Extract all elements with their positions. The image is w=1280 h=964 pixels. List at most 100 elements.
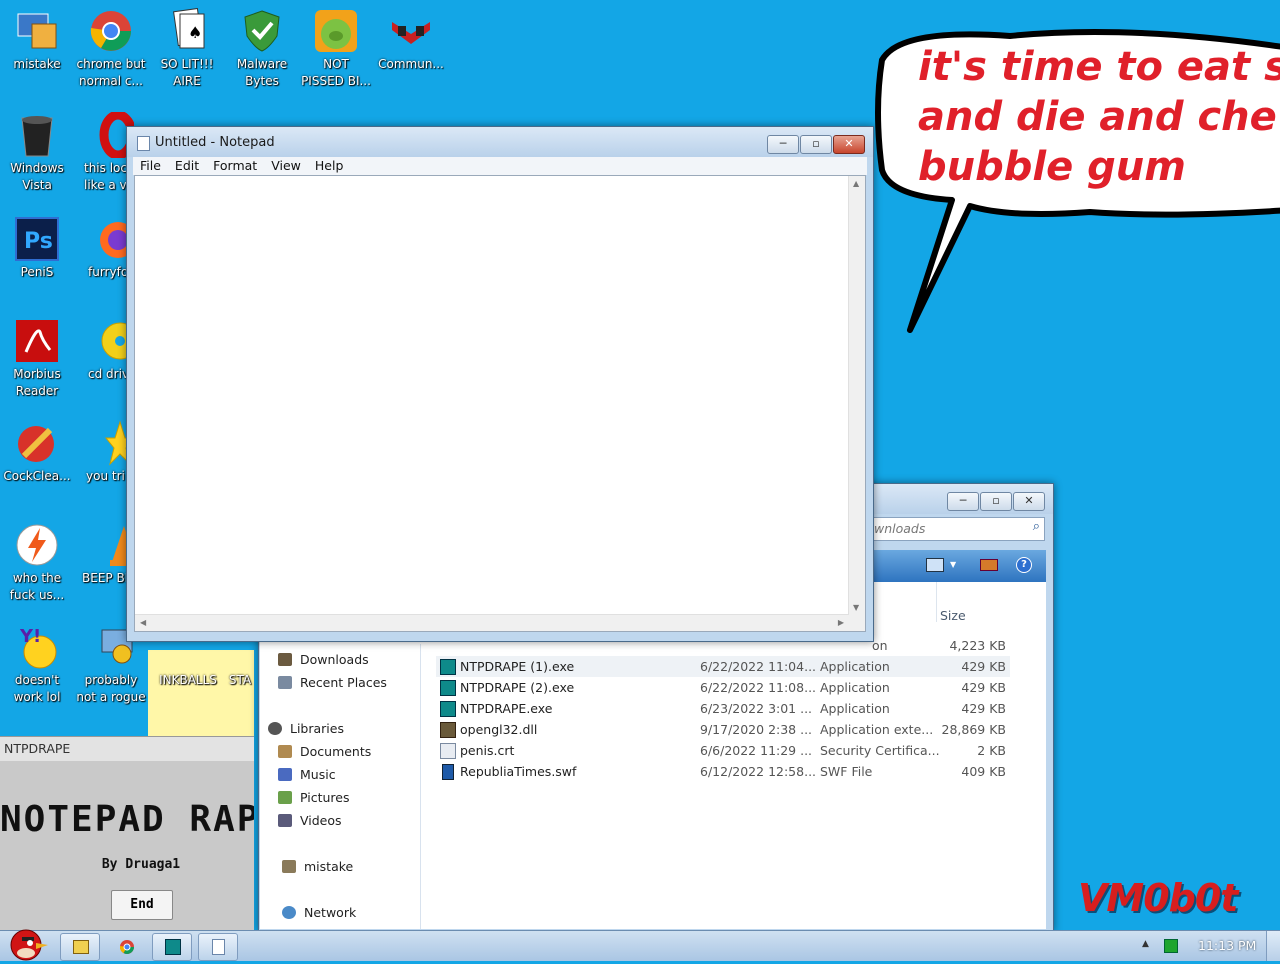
close-button[interactable]: ✕ [1013, 492, 1045, 511]
nav-pictures[interactable]: Pictures [278, 790, 350, 805]
nav-network[interactable]: Network [282, 905, 356, 920]
music-icon [278, 768, 292, 781]
minimize-button[interactable]: ─ [767, 135, 799, 154]
desktop-icon-penis[interactable]: Ps PeniS [0, 212, 74, 281]
vertical-scrollbar[interactable]: ▲ ▼ [848, 176, 865, 615]
pdf-reader-icon [14, 318, 60, 364]
horizontal-scrollbar[interactable]: ◀ ▶ [135, 614, 849, 631]
show-desktop-button[interactable] [1266, 931, 1280, 961]
desktop-icon-malwarebytes[interactable]: Malware Bytes [225, 4, 299, 90]
desktop-icon-cockcleaner[interactable]: CockClea... [0, 416, 74, 485]
menu-edit[interactable]: Edit [168, 157, 206, 175]
minimize-button[interactable]: ─ [947, 492, 979, 511]
label-line: doesn't work lol [13, 673, 61, 704]
bubble-line: bubble gum [918, 144, 1186, 190]
chrome-icon [88, 8, 134, 54]
start-button[interactable] [2, 921, 52, 961]
view-icon[interactable] [926, 558, 944, 572]
lightning-icon [14, 522, 60, 568]
partial-size-text: 4,223 KB [949, 638, 1006, 653]
label-line: probably not a rogue [76, 673, 146, 704]
scroll-down-icon[interactable]: ▼ [853, 603, 859, 612]
nav-recent-places[interactable]: Recent Places [278, 675, 387, 690]
help-icon[interactable]: ? [1016, 557, 1032, 573]
dll-icon [440, 722, 456, 738]
table-row[interactable]: NTPDRAPE.exe 6/23/2022 3:01 ... Applicat… [436, 698, 1010, 719]
taskbar-ntpdrape-button[interactable] [152, 933, 192, 961]
emblem-icon [388, 8, 434, 54]
nav-downloads[interactable]: Downloads [278, 652, 369, 667]
folder-icon [73, 940, 89, 954]
label-line: NOT PISSED BI... [301, 57, 371, 88]
close-icon: ✕ [1024, 494, 1034, 507]
desktop-icon-who-the[interactable]: who the fuck us... [0, 518, 74, 604]
column-header-size[interactable]: Size [940, 608, 966, 623]
computer-icon [14, 8, 60, 54]
tray-expand-icon[interactable]: ▲ [1142, 939, 1149, 949]
nav-libraries[interactable]: Libraries [268, 721, 344, 736]
notepad-window[interactable]: Untitled - Notepad ─ ▫ ✕ File Edit Forma… [126, 126, 874, 642]
scroll-up-icon[interactable]: ▲ [853, 179, 859, 188]
window-title: Untitled - Notepad [155, 135, 275, 150]
cards-icon: ♠ [164, 7, 210, 54]
menu-help[interactable]: Help [308, 157, 351, 175]
minimize-icon: ─ [959, 494, 967, 507]
desktop-icon-inkballs[interactable]: INKBALLS [148, 672, 228, 689]
close-icon: ✕ [844, 137, 854, 150]
shield-icon [239, 8, 285, 54]
menu-view[interactable]: View [264, 157, 308, 175]
desktop-icon-chrome[interactable]: chrome but normal c... [74, 4, 148, 90]
desktop-icon-not-pissed[interactable]: NOT PISSED BI... [299, 4, 373, 90]
table-row[interactable]: NTPDRAPE (1).exe 6/22/2022 11:04... Appl… [436, 656, 1010, 677]
taskbar-notepad-button[interactable] [198, 933, 238, 961]
exe-icon [165, 939, 181, 955]
nav-documents[interactable]: Documents [278, 744, 371, 759]
label-line: SO LIT!!! AIRE [160, 57, 214, 88]
ntpdrape-window[interactable]: NTPDRAPE NOTEPAD RAPE By Druaga1 End [0, 736, 254, 931]
nav-music[interactable]: Music [278, 767, 336, 782]
desktop-icon-windows-vista[interactable]: Windows Vista [0, 108, 74, 194]
taskbar-explorer-button[interactable] [60, 933, 100, 961]
byline-text: By Druaga1 [101, 857, 181, 872]
taskbar-chrome-button[interactable] [106, 933, 146, 961]
end-button[interactable]: End [111, 890, 173, 920]
desktop-icon-doesnt-work[interactable]: Y! doesn't work lol [0, 620, 74, 706]
clock-text[interactable]: 11:13 PM [1198, 938, 1256, 953]
maximize-icon: ▫ [992, 494, 1000, 507]
table-row[interactable]: penis.crt 6/6/2022 11:29 ... Security Ce… [436, 740, 1010, 761]
broom-icon [14, 420, 60, 466]
text-editor[interactable]: ▲ ▼ ◀ ▶ [134, 175, 866, 632]
label-line: this loc like a v [84, 161, 127, 192]
table-row[interactable]: opengl32.dll 9/17/2020 2:38 ... Applicat… [436, 719, 1010, 740]
network-tray-icon[interactable] [1164, 939, 1178, 953]
resize-grip[interactable] [849, 615, 865, 631]
ntpdrape-titlebar[interactable]: NTPDRAPE [0, 737, 254, 761]
menu-format[interactable]: Format [206, 157, 264, 175]
desktop-icon-commun[interactable]: Commun... [374, 4, 448, 73]
desktop-icon-mistake[interactable]: mistake [0, 4, 74, 73]
scroll-left-icon[interactable]: ◀ [140, 618, 146, 627]
desktop-icon-solitaire[interactable]: ♠ SO LIT!!! AIRE [150, 4, 224, 90]
table-row[interactable]: NTPDRAPE (2).exe 6/22/2022 11:08... Appl… [436, 677, 1010, 698]
desktop-wallpaper-patch [148, 650, 254, 736]
label-line: Windows Vista [10, 161, 64, 192]
close-button[interactable]: ✕ [833, 135, 865, 154]
scroll-right-icon[interactable]: ▶ [838, 618, 844, 627]
nav-videos[interactable]: Videos [278, 813, 342, 828]
recent-places-icon [278, 676, 292, 689]
libraries-icon [268, 722, 282, 735]
exe-icon [440, 701, 456, 717]
table-row[interactable]: RepubliaTimes.swf 6/12/2022 12:58... SWF… [436, 761, 1010, 782]
maximize-button[interactable]: ▫ [980, 492, 1012, 511]
preview-pane-icon[interactable] [980, 559, 998, 571]
notepad-titlebar[interactable]: Untitled - Notepad ─ ▫ ✕ [127, 127, 873, 157]
menu-file[interactable]: File [133, 157, 168, 175]
chevron-down-icon[interactable]: ▼ [950, 560, 956, 569]
desktop-icon-sta[interactable]: STA [220, 672, 260, 689]
search-input[interactable]: wnloads ⌕ [871, 517, 1045, 541]
maximize-button[interactable]: ▫ [800, 135, 832, 154]
taskbar: ▲ 11:13 PM [0, 929, 1280, 961]
nav-mistake[interactable]: mistake [282, 859, 353, 874]
desktop-icon-morbius-reader[interactable]: Morbius Reader [0, 314, 74, 400]
bubble-line: and die and chew [918, 94, 1280, 140]
